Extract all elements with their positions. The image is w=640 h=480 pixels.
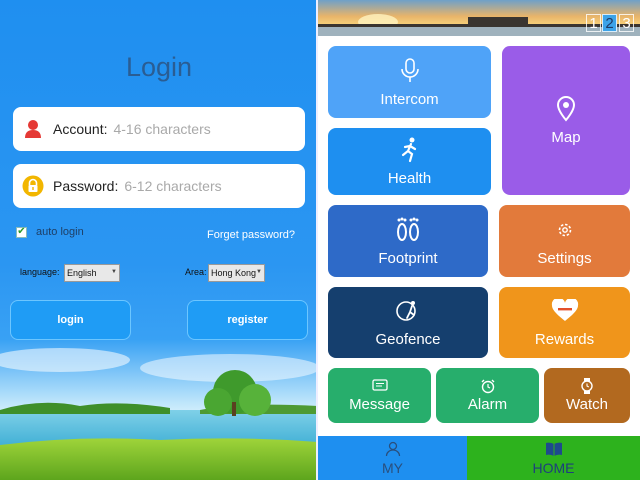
account-label: Account:	[53, 121, 108, 137]
forget-password-link[interactable]: Forget password?	[207, 229, 295, 241]
message-icon	[371, 378, 388, 394]
watch-icon	[580, 378, 594, 394]
heart-icon	[551, 297, 579, 325]
login-screen: Login Account: Password: ✔ auto login Fo…	[0, 0, 318, 480]
password-field[interactable]: Password:	[13, 164, 305, 208]
tab-home[interactable]: HOME	[467, 436, 640, 480]
user-icon	[13, 119, 53, 139]
dropdown-arrow-icon: ▼	[111, 269, 117, 275]
auto-login-label: auto login	[36, 226, 84, 238]
gear-icon	[556, 216, 574, 244]
rewards-label: Rewards	[534, 331, 595, 348]
tab-my[interactable]: MY	[318, 436, 467, 480]
tab-my-label: MY	[382, 460, 403, 476]
microphone-icon	[399, 57, 421, 85]
login-button[interactable]: login	[10, 300, 131, 340]
home-screen: 1 2 3 Intercom Map Health Footprint Sett…	[318, 0, 640, 480]
map-pin-icon	[556, 95, 576, 123]
geofence-tile[interactable]: Geofence	[328, 287, 488, 358]
alarm-label: Alarm	[467, 396, 508, 413]
alarm-tile[interactable]: Alarm	[436, 368, 539, 423]
password-input[interactable]	[124, 178, 305, 194]
health-label: Health	[387, 170, 432, 187]
intercom-label: Intercom	[380, 90, 439, 108]
settings-tile[interactable]: Settings	[499, 205, 630, 277]
screen-divider	[316, 0, 318, 480]
language-label: language:	[20, 267, 60, 277]
person-icon	[385, 441, 401, 460]
map-tile[interactable]: Map	[502, 46, 630, 195]
account-input[interactable]	[113, 121, 294, 137]
footprints-icon	[393, 216, 423, 244]
watch-tile[interactable]: Watch	[544, 368, 630, 423]
book-icon	[545, 441, 563, 460]
area-select[interactable]: Hong Kong ▼	[208, 264, 265, 282]
alarm-clock-icon	[480, 378, 496, 394]
account-field[interactable]: Account:	[13, 107, 305, 151]
intercom-tile[interactable]: Intercom	[328, 46, 491, 118]
auto-login-checkbox[interactable]: ✔	[16, 226, 27, 238]
password-label: Password:	[53, 178, 119, 194]
language-value: English	[67, 268, 97, 278]
language-select[interactable]: English ▼	[64, 264, 120, 282]
dropdown-arrow-icon: ▼	[256, 269, 262, 275]
health-tile[interactable]: Health	[328, 128, 491, 195]
landscape-background	[0, 340, 318, 480]
rewards-tile[interactable]: Rewards	[499, 287, 630, 358]
map-label: Map	[551, 129, 581, 146]
footprint-tile[interactable]: Footprint	[328, 205, 488, 277]
geofence-label: Geofence	[375, 331, 441, 348]
page-indicator-2[interactable]: 2	[602, 14, 617, 32]
message-tile[interactable]: Message	[328, 368, 431, 423]
geofence-icon	[395, 297, 421, 325]
lock-icon	[13, 175, 53, 197]
area-value: Hong Kong	[211, 268, 257, 278]
page-indicator-1[interactable]: 1	[586, 14, 601, 32]
tab-home-label: HOME	[532, 460, 575, 476]
area-label: Area:	[185, 267, 207, 277]
auto-login-option[interactable]: ✔ auto login	[16, 226, 84, 238]
footprint-label: Footprint	[378, 249, 438, 267]
message-label: Message	[349, 396, 410, 413]
runner-icon	[399, 136, 421, 164]
watch-label: Watch	[566, 396, 608, 413]
register-button[interactable]: register	[187, 300, 308, 340]
settings-label: Settings	[537, 249, 592, 267]
page-title: Login	[125, 52, 193, 82]
page-indicator-3[interactable]: 3	[619, 14, 634, 32]
